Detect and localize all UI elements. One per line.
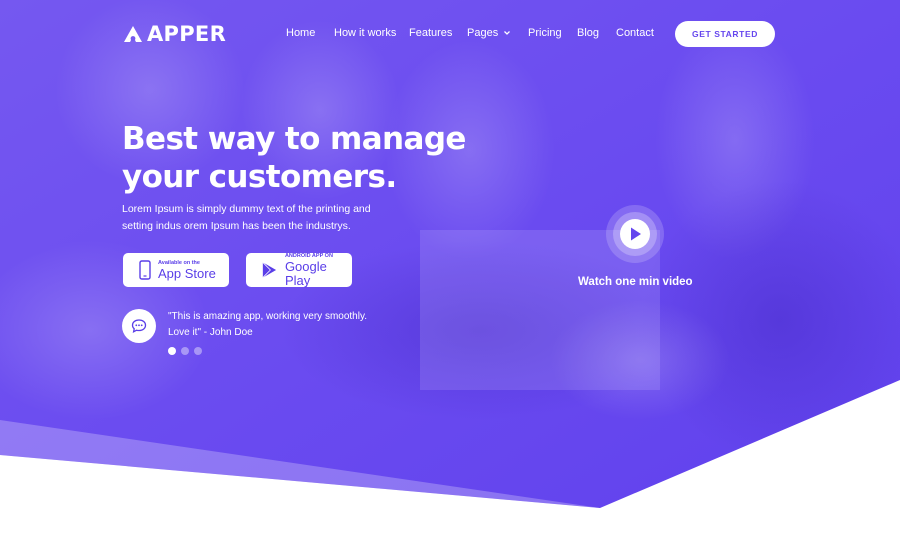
google-play-button[interactable]: ANDROID APP ON Google Play	[246, 253, 352, 287]
pagination-dot-1[interactable]	[168, 347, 176, 355]
chevron-down-icon	[504, 31, 511, 36]
headline-line-1: Best way to manage	[122, 121, 466, 157]
testimonial-pagination	[168, 347, 202, 355]
watch-video-label[interactable]: Watch one min video	[578, 276, 693, 288]
nav-features[interactable]: Features	[409, 27, 452, 39]
phone-icon	[139, 260, 151, 280]
play-video-button[interactable]	[605, 204, 665, 264]
play-store-icon	[262, 262, 277, 278]
nav-pages[interactable]: Pages	[467, 27, 511, 39]
get-started-button[interactable]: GET STARTED	[675, 21, 775, 47]
app-store-button[interactable]: Available on the App Store	[123, 253, 229, 287]
testimonial-quote: "This is amazing app, working very smoot…	[168, 311, 367, 338]
brand-logo[interactable]: APPER	[123, 22, 226, 46]
app-store-label: App Store	[158, 265, 216, 281]
hero-headline: Best way to manage your customers.	[122, 120, 466, 196]
triangle-a-icon	[124, 26, 142, 42]
nav-pricing[interactable]: Pricing	[528, 27, 562, 39]
nav-blog[interactable]: Blog	[577, 27, 599, 39]
nav-pages-label: Pages	[467, 27, 499, 39]
hero-section: APPER Home How it works Features Pages P…	[0, 0, 900, 550]
chat-bubble-icon	[122, 309, 156, 343]
nav-contact[interactable]: Contact	[616, 27, 654, 39]
headline-line-2: your customers.	[122, 159, 397, 195]
brand-name: APPER	[147, 22, 227, 46]
nav-how-it-works[interactable]: How it works	[334, 27, 396, 39]
pagination-dot-3[interactable]	[194, 347, 202, 355]
google-play-label: Google Play	[284, 258, 327, 288]
pagination-dot-2[interactable]	[181, 347, 189, 355]
hero-subtext: Lorem Ipsum is simply dummy text of the …	[122, 203, 371, 232]
nav-home[interactable]: Home	[286, 27, 315, 39]
